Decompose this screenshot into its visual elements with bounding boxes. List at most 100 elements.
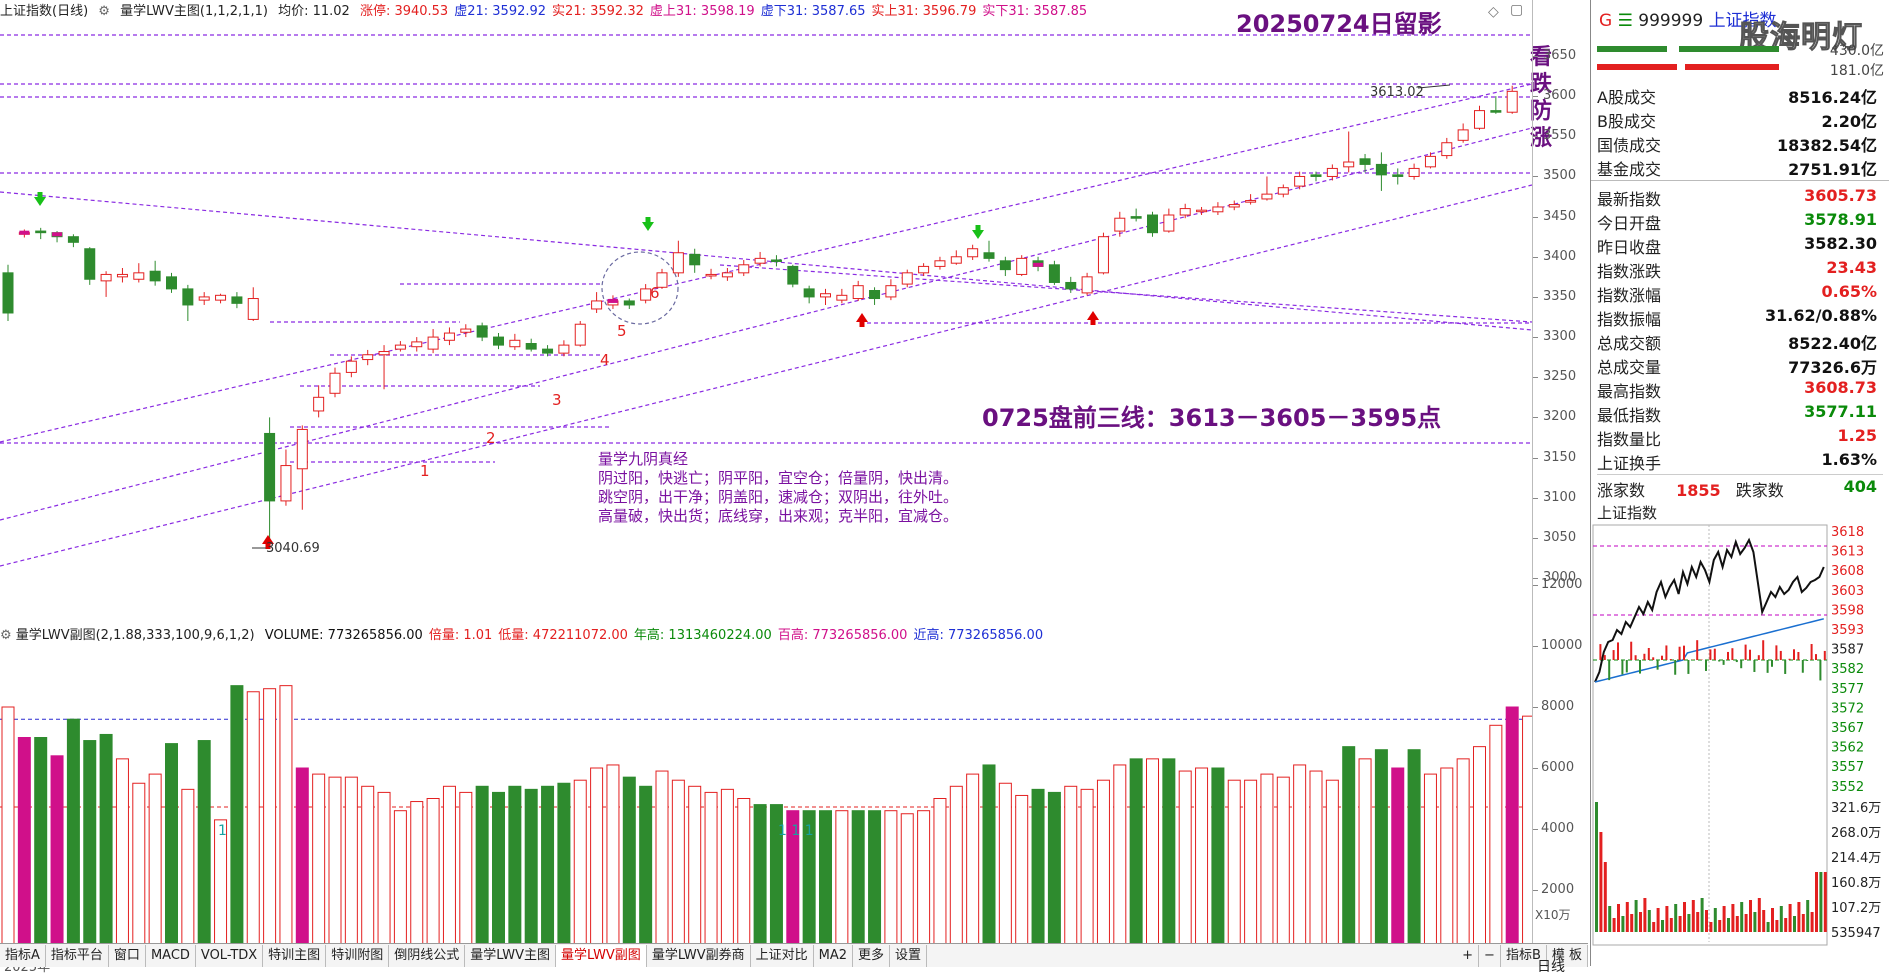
candle[interactable] [1327, 164, 1337, 180]
candle[interactable] [85, 247, 95, 285]
candle[interactable] [444, 327, 454, 345]
volume-bar[interactable] [247, 692, 259, 951]
candle[interactable] [739, 260, 749, 276]
period-label[interactable]: 日线 [1537, 956, 1565, 976]
volume-bar[interactable] [1097, 780, 1109, 951]
candle[interactable] [134, 263, 144, 282]
volume-bar[interactable] [67, 719, 79, 951]
volume-bar[interactable] [1163, 759, 1175, 951]
candle[interactable] [1376, 152, 1386, 191]
tab-13[interactable]: 更多 [853, 945, 890, 967]
tab-4[interactable]: VOL-TDX [196, 945, 263, 967]
volume-bar[interactable] [1261, 774, 1273, 951]
candle[interactable] [379, 345, 389, 389]
candle[interactable] [673, 241, 683, 277]
tab-14[interactable]: 设置 [890, 945, 927, 967]
candle[interactable] [1409, 164, 1419, 180]
volume-bar[interactable] [133, 783, 145, 951]
volume-bar[interactable] [607, 765, 619, 951]
chart-title[interactable]: 上证指数(日线) [0, 4, 88, 19]
volume-bar[interactable] [1343, 747, 1355, 951]
volume-bar[interactable] [1245, 780, 1257, 951]
candle[interactable] [3, 265, 13, 321]
volume-bar[interactable] [656, 771, 668, 951]
candle[interactable] [575, 321, 585, 347]
candle[interactable] [935, 257, 945, 270]
volume-bar[interactable] [689, 786, 701, 951]
volume-bar[interactable] [1310, 771, 1322, 951]
candle[interactable] [1115, 212, 1125, 237]
volume-bar[interactable] [967, 774, 979, 951]
volume-bar[interactable] [1424, 774, 1436, 951]
candle[interactable] [1049, 261, 1059, 285]
volume-bar[interactable] [1114, 765, 1126, 951]
candlestick-chart[interactable]: 1234563040.693613.02 [0, 0, 1532, 620]
candle[interactable] [543, 345, 553, 356]
volume-bar[interactable] [918, 811, 930, 951]
candle[interactable] [167, 273, 177, 293]
candle[interactable] [265, 417, 275, 545]
candle[interactable] [412, 337, 422, 351]
candle[interactable] [1017, 255, 1027, 276]
candle[interactable] [297, 425, 307, 509]
candle[interactable] [771, 255, 781, 266]
volume-bar[interactable] [1065, 786, 1077, 951]
volume-bar[interactable] [591, 768, 603, 951]
candle[interactable] [216, 294, 226, 304]
tab-5[interactable]: 特训主图 [263, 945, 326, 967]
candle[interactable] [248, 287, 258, 321]
candle[interactable] [1442, 138, 1452, 159]
candle[interactable] [1164, 209, 1174, 233]
volume-bar[interactable] [1408, 750, 1420, 951]
candle[interactable] [706, 269, 716, 279]
candle[interactable] [314, 385, 324, 417]
candle[interactable] [1246, 194, 1256, 204]
tab-9[interactable]: 量学LWV副图 [556, 945, 647, 967]
candle[interactable] [755, 252, 765, 266]
volume-bar[interactable] [852, 811, 864, 951]
candle[interactable] [886, 279, 896, 300]
candle[interactable] [1213, 202, 1223, 215]
candle[interactable] [68, 234, 78, 247]
diamond-icon[interactable]: ◇ [1488, 4, 1499, 20]
volume-bar[interactable] [885, 811, 897, 951]
candle[interactable] [951, 250, 961, 264]
candle[interactable] [1344, 131, 1354, 172]
volume-bar[interactable] [1277, 777, 1289, 951]
candle[interactable] [1082, 273, 1092, 295]
candle[interactable] [101, 271, 111, 297]
candle[interactable] [804, 286, 814, 304]
volume-bar[interactable] [901, 814, 913, 951]
volume-bar[interactable] [313, 774, 325, 951]
volume-bar[interactable] [1147, 759, 1159, 951]
volume-bar[interactable] [1294, 765, 1306, 951]
volume-bar[interactable] [1032, 789, 1044, 951]
volume-bar[interactable] [476, 786, 488, 951]
candle[interactable] [1197, 207, 1207, 215]
candle[interactable] [788, 265, 798, 287]
candle[interactable] [461, 324, 471, 337]
menu-icon[interactable]: ☰ [1618, 11, 1639, 31]
volume-bar[interactable] [443, 786, 455, 951]
volume-bar[interactable] [869, 811, 881, 951]
candle[interactable] [1278, 184, 1288, 197]
bottom-right-button[interactable]: − [1479, 945, 1501, 967]
candle[interactable] [1458, 123, 1468, 142]
tab-8[interactable]: 量学LWV主图 [465, 945, 556, 967]
volume-bar[interactable] [84, 741, 96, 951]
volume-bar[interactable] [1130, 759, 1142, 951]
volume-bar[interactable] [198, 741, 210, 951]
volume-bar[interactable] [1523, 716, 1532, 951]
candle[interactable] [1066, 277, 1076, 293]
volume-bar[interactable] [1441, 768, 1453, 951]
volume-bar[interactable] [525, 789, 537, 951]
candle[interactable] [690, 249, 700, 273]
volume-bar[interactable] [1081, 789, 1093, 951]
candle[interactable] [837, 289, 847, 303]
volume-bar[interactable] [1048, 792, 1060, 951]
volume-bar[interactable] [231, 686, 243, 951]
volume-bar[interactable] [1016, 795, 1028, 951]
volume-bar[interactable] [116, 759, 128, 951]
volume-bar[interactable] [820, 811, 832, 951]
indicator-settings-icon[interactable]: ⚙ [98, 4, 110, 19]
